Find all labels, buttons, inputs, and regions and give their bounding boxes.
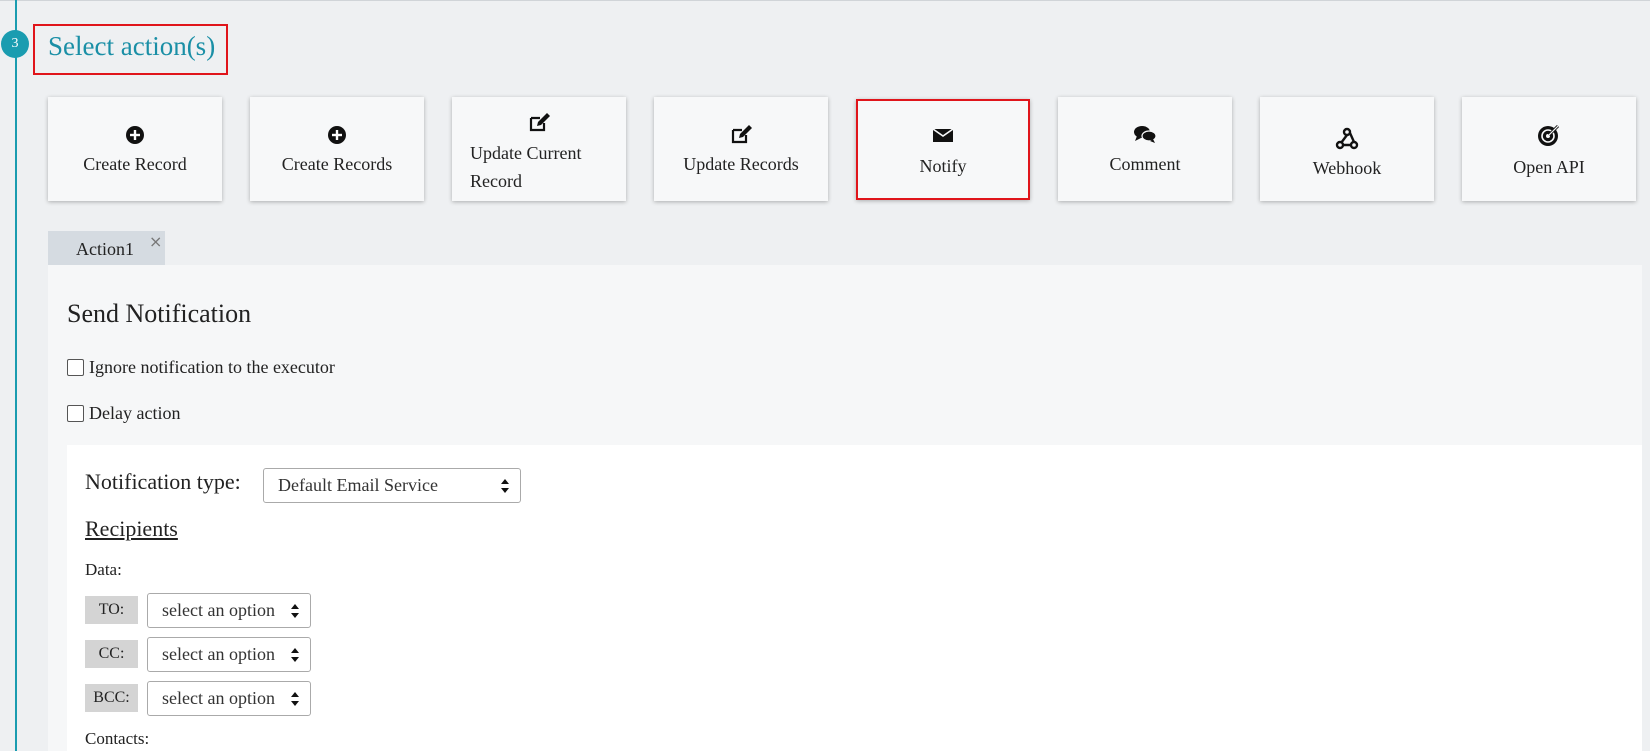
action-label: Create Records bbox=[281, 154, 393, 174]
notification-type-label: Notification type: bbox=[85, 469, 241, 494]
webhook-button[interactable]: Webhook bbox=[1260, 97, 1434, 201]
action-label: Update Records bbox=[683, 154, 799, 174]
plus-circle-icon bbox=[250, 125, 424, 145]
cc-select[interactable]: select an option bbox=[147, 637, 311, 672]
edit-icon bbox=[654, 125, 828, 145]
section-title: Select action(s) bbox=[48, 31, 216, 61]
envelope-icon bbox=[858, 127, 1028, 147]
close-icon[interactable]: × bbox=[149, 232, 162, 251]
create-records-button[interactable]: Create Records bbox=[250, 97, 424, 201]
bcc-label: BCC: bbox=[85, 684, 138, 712]
data-label: Data: bbox=[85, 560, 122, 579]
create-record-button[interactable]: Create Record bbox=[48, 97, 222, 201]
update-records-button[interactable]: Update Records bbox=[654, 97, 828, 201]
notify-button[interactable]: Notify bbox=[856, 99, 1030, 200]
comments-icon bbox=[1058, 125, 1232, 145]
action-label: Comment bbox=[1109, 154, 1181, 174]
action-label: Webhook bbox=[1312, 158, 1382, 178]
plus-circle-icon bbox=[48, 125, 222, 145]
to-label: TO: bbox=[85, 596, 138, 624]
notification-type-value: Default Email Service bbox=[278, 475, 438, 495]
recipients-heading: Recipients bbox=[85, 516, 178, 541]
panel-title: Send Notification bbox=[67, 299, 252, 328]
bcc-select-value: select an option bbox=[162, 688, 275, 708]
contacts-label: Contacts: bbox=[85, 729, 150, 748]
delay-action-label: Delay action bbox=[89, 403, 181, 423]
sort-arrows-icon bbox=[291, 604, 299, 618]
open-api-button[interactable]: Open API bbox=[1462, 97, 1636, 201]
tab-action1[interactable]: Action1 × bbox=[48, 231, 165, 265]
to-select[interactable]: select an option bbox=[147, 593, 311, 628]
ignore-notification-checkbox[interactable] bbox=[67, 359, 84, 376]
delay-action-row: Delay action bbox=[67, 403, 180, 424]
api-icon bbox=[1462, 123, 1636, 147]
top-divider bbox=[0, 0, 1650, 1]
comment-button[interactable]: Comment bbox=[1058, 97, 1232, 201]
cc-select-value: select an option bbox=[162, 644, 275, 664]
step-badge: 3 bbox=[1, 30, 29, 58]
to-select-value: select an option bbox=[162, 600, 275, 620]
tab-label: Action1 bbox=[76, 239, 134, 259]
action-label: Open API bbox=[1513, 157, 1585, 177]
edit-icon bbox=[452, 113, 626, 133]
action-label: Update Current Record bbox=[470, 143, 582, 191]
step-line bbox=[15, 0, 17, 751]
delay-action-checkbox[interactable] bbox=[67, 405, 84, 422]
sort-arrows-icon bbox=[291, 648, 299, 662]
update-current-record-button[interactable]: Update Current Record bbox=[452, 97, 626, 201]
sort-arrows-icon bbox=[291, 692, 299, 706]
ignore-notification-row: Ignore notification to the executor bbox=[67, 357, 335, 378]
cc-label: CC: bbox=[85, 640, 138, 668]
ignore-notification-label: Ignore notification to the executor bbox=[89, 357, 335, 377]
bcc-select[interactable]: select an option bbox=[147, 681, 311, 716]
sort-arrows-icon bbox=[501, 479, 509, 493]
action-label: Create Record bbox=[83, 154, 187, 174]
webhook-icon bbox=[1260, 127, 1434, 151]
action-label: Notify bbox=[919, 156, 967, 176]
notification-type-select[interactable]: Default Email Service bbox=[263, 468, 521, 503]
